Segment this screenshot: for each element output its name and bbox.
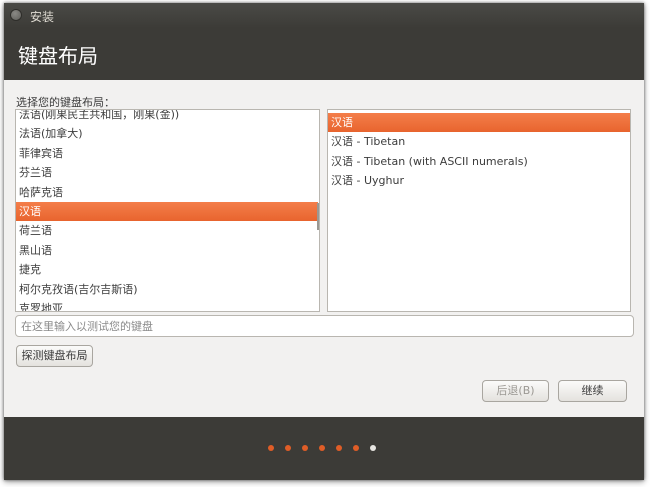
back-button[interactable]: 后退(B): [482, 380, 549, 402]
continue-button[interactable]: 继续: [558, 380, 627, 402]
layout-list-item[interactable]: 捷克: [16, 260, 318, 279]
layout-list-item[interactable]: 哈萨克语: [16, 183, 318, 202]
close-icon[interactable]: [11, 10, 21, 20]
layout-list-item[interactable]: 法语(刚果民主共和国，刚果(金)): [16, 110, 318, 124]
layout-list[interactable]: 法语(刚果民主共和国，刚果(金)) 法语(加拿大) 菲律宾语 芬兰语 哈萨克语 …: [15, 109, 320, 312]
progress-dot: [302, 445, 308, 451]
title-bar: 安装: [4, 3, 644, 28]
variant-list-item-selected[interactable]: 汉语: [328, 113, 630, 133]
variant-list-item[interactable]: 汉语 - Uyghur: [328, 171, 630, 190]
page-title: 键盘布局: [18, 44, 98, 68]
layout-prompt-label: 选择您的键盘布局：: [16, 96, 115, 109]
layout-list-scrollbar[interactable]: [317, 203, 319, 230]
progress-dot: [353, 445, 359, 451]
layout-list-item[interactable]: 法语(加拿大): [16, 124, 318, 143]
variant-list-item[interactable]: 汉语 - Tibetan: [328, 132, 630, 151]
variant-list[interactable]: 汉语 汉语 - Tibetan 汉语 - Tibetan (with ASCII…: [327, 109, 631, 312]
progress-dot: [336, 445, 342, 451]
installer-window: 安装 键盘布局 选择您的键盘布局： 法语(刚果民主共和国，刚果(金)) 法语(加…: [4, 3, 644, 480]
keyboard-test-input[interactable]: [15, 315, 634, 337]
progress-dot-current: [370, 445, 376, 451]
variant-list-item[interactable]: 汉语 - Tibetan (with ASCII numerals): [328, 152, 630, 171]
layout-list-item[interactable]: 菲律宾语: [16, 144, 318, 163]
detect-layout-button[interactable]: 探测键盘布局: [16, 345, 93, 367]
layout-list-item[interactable]: 荷兰语: [16, 221, 318, 240]
progress-dot: [268, 445, 274, 451]
layout-list-item-selected[interactable]: 汉语: [16, 201, 318, 222]
progress-footer: [4, 417, 644, 480]
layout-list-item[interactable]: 黑山语: [16, 241, 318, 260]
progress-dot: [319, 445, 325, 451]
window-title: 安装: [30, 10, 55, 24]
layout-list-item[interactable]: 克罗地亚: [16, 299, 318, 311]
layout-list-item[interactable]: 芬兰语: [16, 163, 318, 182]
page-header: 键盘布局: [4, 28, 644, 80]
progress-dot: [285, 445, 291, 451]
layout-list-item[interactable]: 柯尔克孜语(吉尔吉斯语): [16, 280, 318, 299]
